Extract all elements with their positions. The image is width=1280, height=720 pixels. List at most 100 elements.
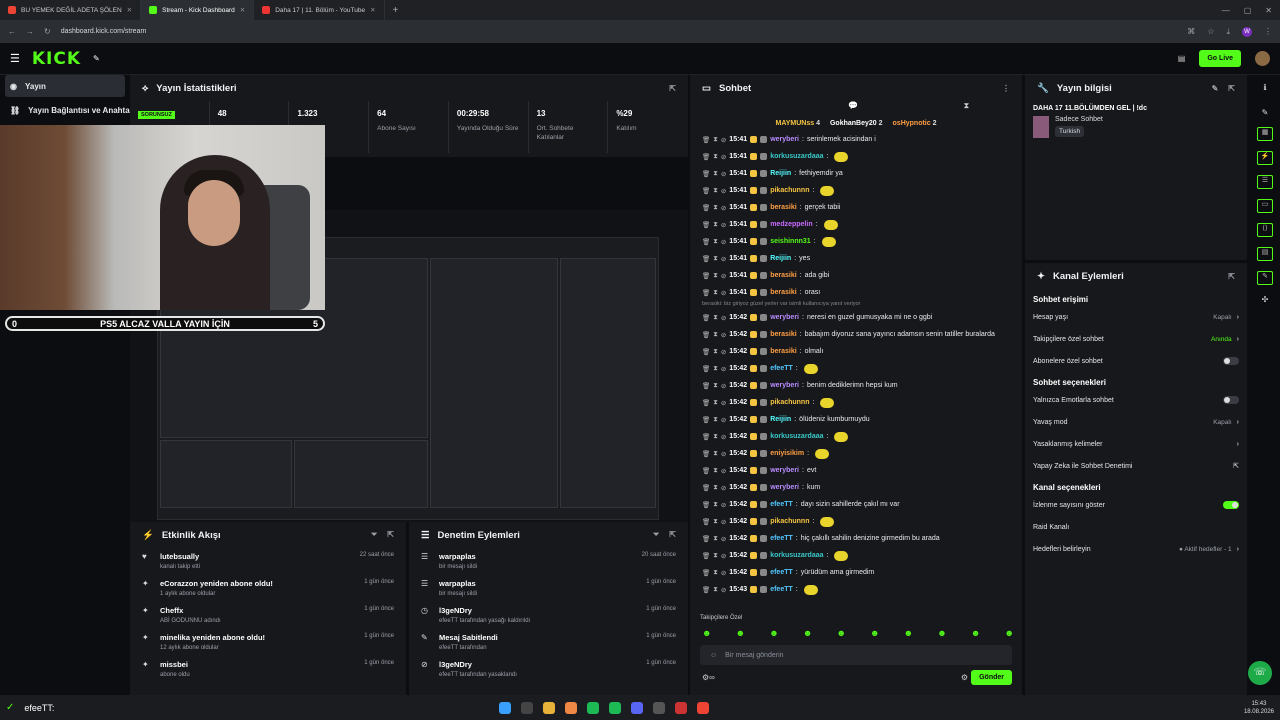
delete-icon[interactable]: 🗑 — [702, 331, 710, 339]
chat-toggle-icon[interactable]: ▭ — [1257, 199, 1273, 213]
chat-message[interactable]: 🗑 ⧗ ⊘ 15:42 berasiki: babajım diyoruz sana ya… — [690, 326, 1022, 343]
subscribers-only-toggle[interactable] — [1223, 357, 1239, 365]
more-icon[interactable]: ⋮ — [1002, 84, 1010, 93]
gifter-name[interactable]: MAYMUNss — [775, 120, 814, 127]
delete-icon[interactable]: 🗑 — [702, 255, 710, 263]
delete-icon[interactable]: 🗑 — [702, 416, 710, 424]
timeout-icon[interactable]: ⧗ — [713, 153, 718, 161]
sidebar-item-stream-key[interactable]: ⛓ Yayın Bağlantısı ve Anahtar — [0, 99, 133, 121]
timeout-icon[interactable]: ⧗ — [713, 136, 718, 144]
delete-icon[interactable]: 🗑 — [702, 518, 710, 526]
delete-icon[interactable]: 🗑 — [702, 535, 710, 543]
chat-message[interactable]: 🗑 ⧗ ⊘ 15:42 berasiki: olmalı — [690, 343, 1022, 360]
timeout-icon[interactable]: ⧗ — [713, 221, 718, 229]
gifter-name[interactable]: osHypnotic — [893, 120, 931, 127]
chat-username[interactable]: eniyisikim — [770, 450, 804, 457]
star-icon[interactable]: ☆ — [1207, 27, 1214, 36]
ban-icon[interactable]: ⊘ — [721, 484, 726, 492]
chat-message[interactable]: 🗑 ⧗ ⊘ 15:41 medzeppelin: — [690, 216, 1022, 233]
delete-icon[interactable]: 🗑 — [702, 501, 710, 509]
chat-message[interactable]: 🗑 ⧗ ⊘ 15:42 weryberi: evt — [690, 462, 1022, 479]
timeout-icon[interactable]: ⧗ — [713, 450, 718, 458]
delete-icon[interactable]: 🗑 — [702, 221, 710, 229]
chat-message[interactable]: 🗑 ⧗ ⊘ 15:42 korkusuzardaaa: — [690, 428, 1022, 445]
followers-only-row[interactable]: Takipçilere özel sohbet Anında › — [1025, 328, 1247, 350]
chat-message[interactable]: 🗑 ⧗ ⊘ 15:42 efeeTT: dayı sizin sahillerde çak… — [690, 496, 1022, 513]
menu-icon[interactable]: ⋮ — [1264, 27, 1272, 36]
chat-message[interactable]: 🗑 ⧗ ⊘ 15:42 korkusuzardaaa: — [690, 547, 1022, 564]
ban-icon[interactable]: ⊘ — [721, 382, 726, 390]
minimize-icon[interactable]: — — [1222, 6, 1230, 15]
chat-message[interactable]: 🗑 ⧗ ⊘ 15:41 berasiki: orası — [690, 284, 1022, 301]
popout-icon[interactable]: ⇱ — [1228, 84, 1235, 93]
chat-message[interactable]: 🗑 ⧗ ⊘ 15:42 pikachunnn: — [690, 394, 1022, 411]
code-toggle-icon[interactable]: ⟨⟩ — [1257, 223, 1273, 237]
chat-username[interactable]: Reijiin — [770, 170, 791, 177]
chat-message[interactable]: 🗑 ⧗ ⊘ 15:42 efeeTT: — [690, 360, 1022, 377]
browser-tab[interactable]: BU YEMEK DEĞİL ADETA ŞÖLEN ✕ — [0, 0, 142, 20]
chat-message[interactable]: 🗑 ⧗ ⊘ 15:41 Reijiin: fethiyemdir ya — [690, 165, 1022, 182]
ban-icon[interactable]: ⊘ — [721, 467, 726, 475]
delete-icon[interactable]: 🗑 — [702, 552, 710, 560]
timeout-icon[interactable]: ⧗ — [713, 314, 718, 322]
timeout-icon[interactable]: ⧗ — [713, 382, 718, 390]
timeout-icon[interactable]: ⧗ — [713, 416, 718, 424]
timeout-icon[interactable]: ⧗ — [713, 484, 718, 492]
timeout-icon[interactable]: ⧗ — [713, 187, 718, 195]
back-icon[interactable]: ← — [8, 27, 16, 36]
delete-icon[interactable]: 🗑 — [702, 289, 710, 297]
chat-username[interactable]: korkusuzardaaa — [770, 153, 823, 160]
chat-username[interactable]: efeeTT — [770, 586, 793, 593]
chat-message[interactable]: 🗑 ⧗ ⊘ 15:42 Reijiin: ölüdeniz kumburnuydu — [690, 411, 1022, 428]
chat-message[interactable]: 🗑 ⧗ ⊘ 15:42 eniyisikim: — [690, 445, 1022, 462]
ban-icon[interactable]: ⊘ — [721, 187, 726, 195]
settings-icon[interactable]: ⚙ — [961, 673, 968, 682]
account-age-row[interactable]: Hesap yaşı Kapalı › — [1025, 306, 1247, 328]
delete-icon[interactable]: 🗑 — [702, 153, 710, 161]
chat-username[interactable]: weryberi — [770, 314, 799, 321]
browser-tab-active[interactable]: Stream - Kick Dashboard ✕ — [141, 0, 255, 20]
emote-icon[interactable]: ☻ — [702, 628, 711, 638]
delete-icon[interactable]: 🗑 — [702, 433, 710, 441]
popout-icon[interactable]: ⇱ — [387, 530, 394, 540]
search-icon[interactable] — [521, 701, 534, 714]
maximize-icon[interactable]: ▢ — [1244, 6, 1252, 15]
ban-icon[interactable]: ⊘ — [721, 170, 726, 178]
ban-icon[interactable]: ⊘ — [721, 272, 726, 280]
emote-icon[interactable]: ☻ — [769, 628, 778, 638]
grid-toggle-icon[interactable]: ▤ — [1257, 247, 1273, 261]
chat-message[interactable]: 🗑 ⧗ ⊘ 15:43 efeeTT: — [690, 581, 1022, 598]
ban-icon[interactable]: ⊘ — [721, 238, 726, 246]
discord-icon[interactable] — [631, 701, 644, 714]
hourglass-icon[interactable]: ⧗ — [964, 101, 970, 115]
emote-icon[interactable]: ☻ — [736, 628, 745, 638]
emote-icon[interactable]: ☻ — [870, 628, 879, 638]
browser-tab[interactable]: Daha 17 | 11. Bölüm - YouTube ✕ — [254, 0, 385, 20]
chat-username[interactable]: berasiki — [770, 289, 796, 296]
chat-message[interactable]: 🗑 ⧗ ⊘ 15:42 weryberi: benim dediklerimn hepsi… — [690, 377, 1022, 394]
bubble-icon[interactable]: 💬 — [848, 101, 858, 115]
emote-only-toggle[interactable] — [1223, 396, 1239, 404]
chat-message[interactable]: 🗑 ⧗ ⊘ 15:41 seishinnn31: — [690, 233, 1022, 250]
delete-icon[interactable]: 🗑 — [702, 187, 710, 195]
delete-icon[interactable]: 🗑 — [702, 272, 710, 280]
ban-icon[interactable]: ⊘ — [721, 365, 726, 373]
obs-icon[interactable] — [675, 701, 688, 714]
timeout-icon[interactable]: ⧗ — [713, 518, 718, 526]
panel-toggle-icon[interactable]: ▦ — [1257, 127, 1273, 141]
start-icon[interactable] — [499, 701, 512, 714]
emote-icon[interactable]: ☻ — [971, 628, 980, 638]
timeout-icon[interactable]: ⧗ — [713, 501, 718, 509]
chat-username[interactable]: efeeTT — [770, 365, 793, 372]
ban-icon[interactable]: ⊘ — [721, 221, 726, 229]
gifter-name[interactable]: GokhanBey20 — [830, 120, 877, 127]
chat-message[interactable]: 🗑 ⧗ ⊘ 15:42 weryberi: neresi en guzel gumusya… — [690, 309, 1022, 326]
chat-message[interactable]: 🗑 ⧗ ⊘ 15:42 efeeTT: hiç çakıllı sahilin deniz… — [690, 530, 1022, 547]
mod-tools-icon[interactable]: ⚙∞ — [702, 673, 715, 682]
profile-avatar[interactable]: W — [1242, 26, 1252, 37]
set-goals-row[interactable]: Hedefleri belirleyin ● Aktif hedefler - 1… — [1025, 538, 1247, 560]
ban-icon[interactable]: ⊘ — [721, 433, 726, 441]
explorer-icon[interactable] — [543, 701, 556, 714]
delete-icon[interactable]: 🗑 — [702, 450, 710, 458]
chat-username[interactable]: seishinnn31 — [770, 238, 810, 245]
